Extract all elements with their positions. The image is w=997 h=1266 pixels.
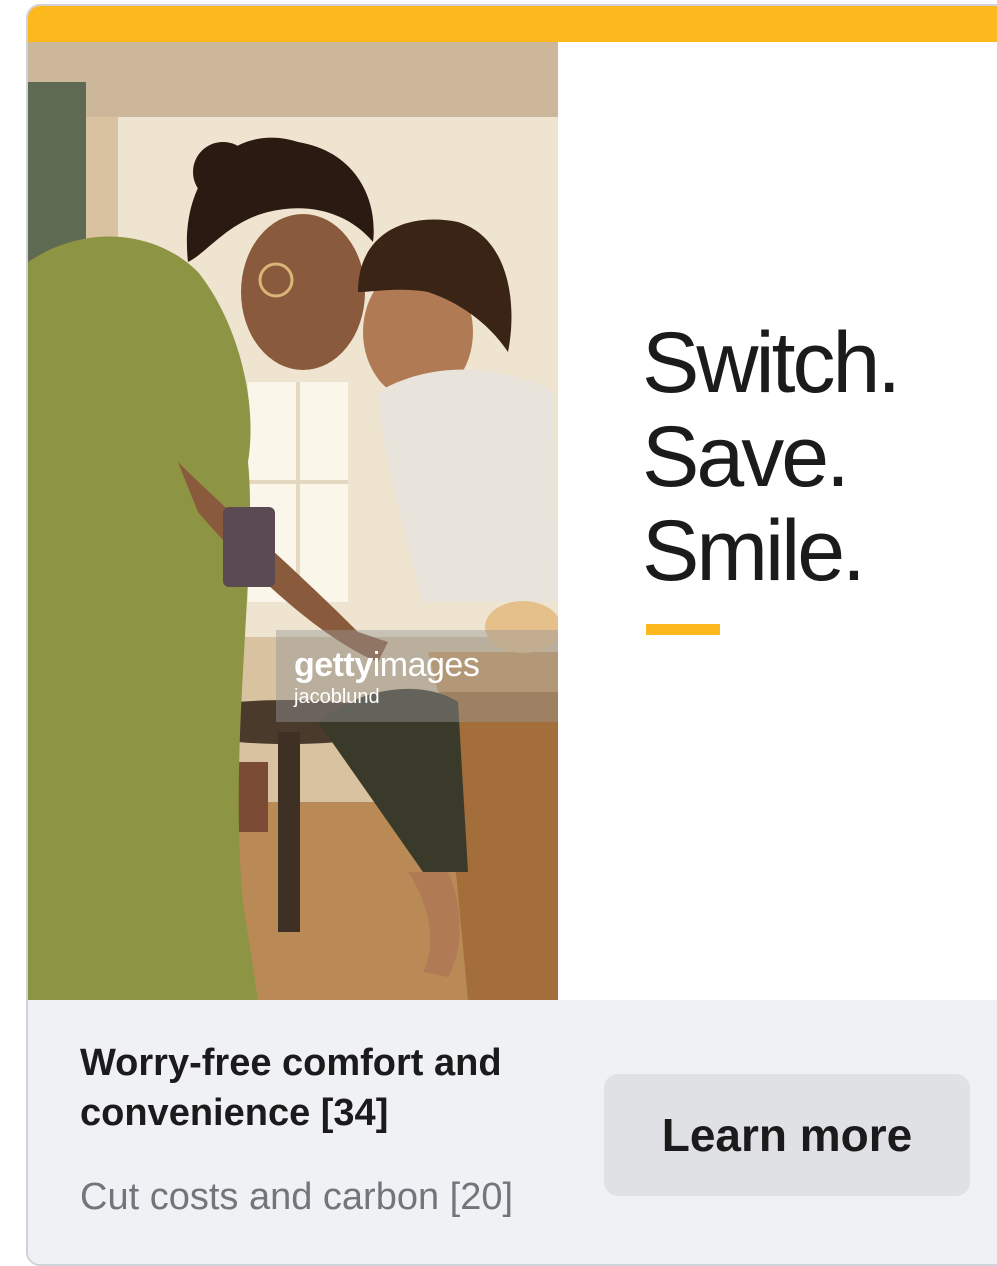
ad-headline: Switch. Save. Smile. [642,315,901,599]
footer-title: Worry-free comfort and convenience [34] [80,1042,502,1134]
headline-line-save: Save. [642,409,850,505]
watermark-brand: gettyimages [294,646,480,684]
accent-dash [646,624,720,635]
ad-card[interactable]: gettyimages jacoblund Switch. Save. Smil… [26,4,997,1266]
headline-line-smile: Smile. [642,503,866,599]
photo-illustration [28,42,558,1000]
ad-footer: Worry-free comfort and convenience [34] … [28,1000,997,1264]
watermark-credit: jacoblund [294,686,380,708]
learn-more-button[interactable]: Learn more [604,1074,970,1196]
headline-line-switch: Switch. [642,315,901,411]
ad-photo[interactable]: gettyimages jacoblund [28,42,558,1000]
footer-subtitle: Cut costs and carbon [20] [80,1176,514,1218]
getty-watermark: gettyimages jacoblund [276,630,558,722]
accent-top-bar [28,6,997,42]
